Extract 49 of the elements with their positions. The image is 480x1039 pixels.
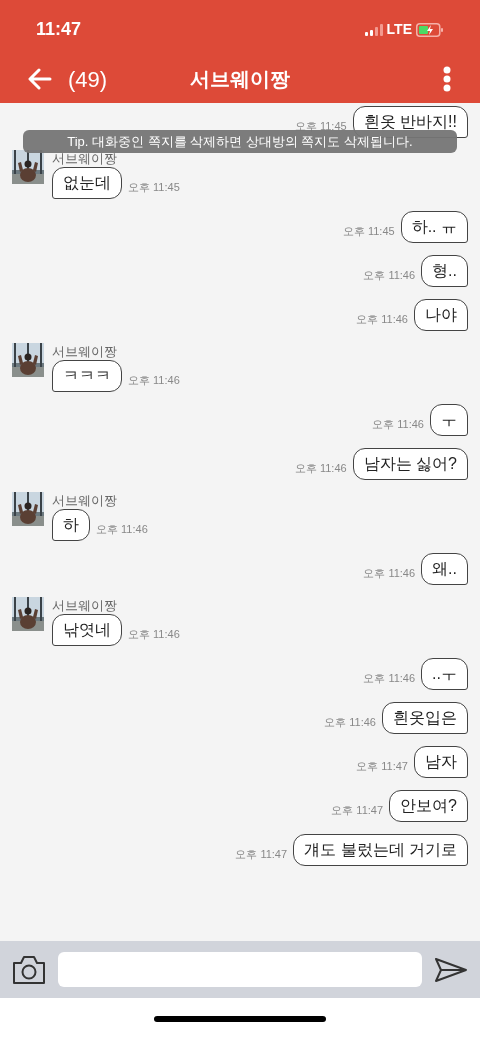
message-time: 오후 11:46 <box>294 460 347 476</box>
message-time: 오후 11:46 <box>128 372 180 388</box>
signal-icon <box>364 23 383 36</box>
send-icon <box>434 956 468 983</box>
tip-banner: Tip. 대화중인 쪽지를 삭제하면 상대방의 쪽지도 삭제됩니다. <box>23 130 457 153</box>
message-time: 오후 11:46 <box>363 267 416 283</box>
message-time: 오후 11:47 <box>235 846 288 862</box>
back-button[interactable]: (49) <box>28 62 108 96</box>
message-bubble: ..ㅜ <box>421 658 468 690</box>
message-bubble: 걔도 불렀는데 거기로 <box>293 834 468 866</box>
message-time: 오후 11:47 <box>356 758 408 774</box>
message-bubble: 나야 <box>414 299 468 331</box>
more-button[interactable] <box>442 66 452 92</box>
message-time: 오후 11:47 <box>331 802 384 818</box>
message-bubble: 왜.. <box>421 553 468 585</box>
message-bubble: 안보여? <box>389 790 468 822</box>
message-bubble: ㅜ <box>430 404 468 436</box>
battery-icon <box>416 22 444 37</box>
message-time: 오후 11:46 <box>363 565 416 581</box>
send-button[interactable] <box>434 956 468 983</box>
message-bubble: 하.. ㅠ <box>400 211 468 243</box>
message-bubble: 낚엿네 <box>52 614 122 646</box>
message-bubble: 하 <box>52 509 90 541</box>
back-arrow-icon <box>28 68 52 90</box>
message-time: 오후 11:46 <box>128 626 180 642</box>
camera-icon <box>12 954 46 985</box>
network-label: LTE <box>386 20 412 39</box>
message-bubble: 없눈데 <box>52 167 122 199</box>
message-bubble: ㅋㅋㅋ <box>52 360 122 392</box>
sender-name: 서브웨이짱 <box>52 150 117 167</box>
message-time: 오후 11:46 <box>324 714 376 730</box>
message-time: 오후 11:46 <box>96 521 148 537</box>
message-input[interactable] <box>58 952 422 987</box>
sender-name: 서브웨이짱 <box>52 343 117 360</box>
message-bubble: 흰옷입은 <box>382 702 468 734</box>
message-time: 오후 11:46 <box>356 311 408 327</box>
camera-button[interactable] <box>12 954 46 985</box>
status-time: 11:47 <box>36 18 82 41</box>
message-time: 오후 11:45 <box>128 179 180 195</box>
sender-name: 서브웨이짱 <box>52 492 117 509</box>
chat-title: 서브웨이짱 <box>190 67 290 92</box>
more-icon <box>443 66 451 92</box>
message-time: 오후 11:46 <box>363 670 416 686</box>
message-time: 오후 11:45 <box>342 223 395 239</box>
message-bubble: 형.. <box>421 255 468 287</box>
message-bubble: 남자 <box>414 746 468 778</box>
message-bubble: 남자는 싫어? <box>352 448 468 480</box>
message-time: 오후 11:46 <box>372 416 424 432</box>
sender-name: 서브웨이짱 <box>52 597 117 614</box>
